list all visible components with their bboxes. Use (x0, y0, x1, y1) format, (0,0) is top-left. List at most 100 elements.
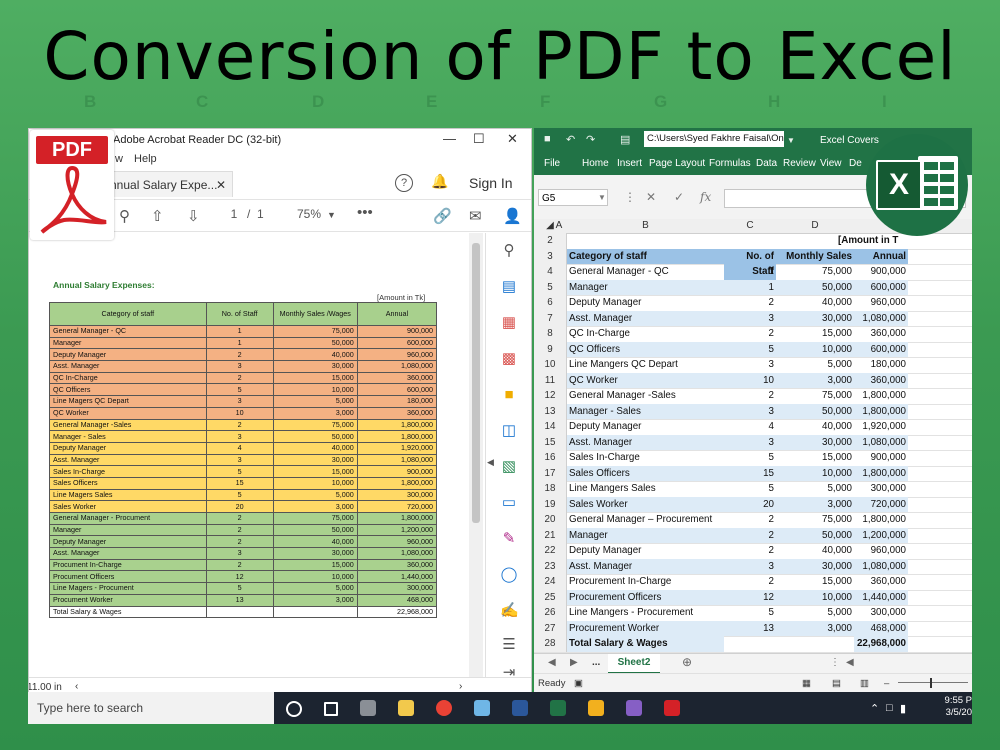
sheet-cell[interactable]: Asst. Manager (567, 310, 724, 326)
row-number[interactable]: 23 (534, 558, 567, 574)
zoom-search-icon[interactable]: ⚲ (119, 207, 130, 225)
new-sheet-icon[interactable]: ⊕ (682, 655, 692, 669)
sheet-cell[interactable]: 1,800,000 (854, 403, 908, 419)
tab-page-layout[interactable]: Page Layout (649, 158, 705, 169)
page-layout-view-icon[interactable]: ▤ (832, 678, 841, 689)
magnify-icon[interactable]: ⚲ (500, 243, 518, 259)
sheet-cell[interactable]: Line Mangers - Procurement (567, 605, 724, 621)
row-number[interactable]: 18 (534, 481, 567, 497)
edit-icon[interactable]: ▧ (500, 459, 518, 475)
app-icon[interactable] (474, 700, 490, 716)
excel-taskbar-icon[interactable] (550, 700, 566, 716)
sheet-cell[interactable]: QC Worker (567, 372, 724, 388)
sheet-cell[interactable]: 50,000 (776, 527, 854, 543)
organize-icon[interactable]: ▦ (500, 315, 518, 331)
row-number[interactable]: 3 (534, 248, 567, 264)
sheet-cell[interactable]: Procurement Worker (567, 620, 724, 636)
name-box-dropdown-icon[interactable]: ▼ (598, 193, 606, 202)
link-icon[interactable]: 🔗 (433, 207, 452, 225)
col-header-d[interactable]: D (776, 220, 854, 231)
sheet-cell[interactable]: 1,800,000 (854, 388, 908, 404)
sheet-cell[interactable]: 3 (724, 357, 776, 373)
menu-item-help[interactable]: Help (134, 153, 157, 165)
protect-icon[interactable]: ◯ (500, 567, 518, 583)
tab-split-icon[interactable]: ⋮ (830, 657, 840, 668)
sheet-cell[interactable]: 75,000 (776, 264, 854, 280)
sheet-cell[interactable]: 900,000 (854, 450, 908, 466)
header-cell-monthly[interactable]: Monthly Sales (776, 248, 854, 264)
sheet-cell[interactable]: 468,000 (854, 620, 908, 636)
taskbar-clock[interactable]: 9:55 P 3/5/20 (918, 695, 972, 719)
sheet-cell[interactable]: 50,000 (776, 403, 854, 419)
sheet-cell[interactable]: 1,080,000 (854, 558, 908, 574)
sheet-cell[interactable]: 40,000 (776, 543, 854, 559)
sheet-cell[interactable]: Sales Worker (567, 496, 724, 512)
zoom-out-icon[interactable]: – (884, 678, 889, 689)
amount-note-cell[interactable]: [Amount in T (834, 233, 914, 249)
sheet-cell[interactable]: 5 (724, 450, 776, 466)
sheet-cell[interactable]: 900,000 (854, 264, 908, 280)
sheet-cell[interactable]: 5 (724, 341, 776, 357)
row-number[interactable]: 13 (534, 403, 567, 419)
row-number[interactable]: 12 (534, 388, 567, 404)
sheet-cell[interactable]: 960,000 (854, 543, 908, 559)
pane-toggle-icon[interactable]: ◀ (487, 457, 494, 468)
row-number[interactable]: 7 (534, 310, 567, 326)
sheet-cell[interactable]: General Manager - QC (567, 264, 724, 280)
sheet-cell[interactable]: 12 (724, 589, 776, 605)
sheet-cell[interactable]: 600,000 (854, 279, 908, 295)
taskbar-search[interactable]: Type here to search (28, 692, 274, 724)
zoom-slider[interactable] (898, 682, 968, 683)
calendar-icon[interactable]: ☰ (500, 637, 518, 653)
sheet-cell[interactable]: 2 (724, 527, 776, 543)
sheet-cell[interactable]: 40,000 (776, 419, 854, 435)
row-number[interactable]: 2 (534, 233, 567, 249)
sheet-cell[interactable]: 15,000 (776, 326, 854, 342)
path-dropdown-icon[interactable]: ▼ (787, 136, 795, 145)
cortana-icon[interactable] (286, 701, 302, 717)
sheet-cell[interactable]: 1,440,000 (854, 589, 908, 605)
tab-review[interactable]: Review (783, 158, 816, 169)
sheet-cell[interactable]: 15 (724, 465, 776, 481)
sheet-cell[interactable]: 5 (724, 605, 776, 621)
row-number[interactable]: 9 (534, 341, 567, 357)
sheet-cell[interactable]: 1,800,000 (854, 512, 908, 528)
sheet-scroll-left-icon[interactable]: ◀ (548, 657, 556, 668)
sign-in-button[interactable]: Sign In (469, 175, 513, 191)
maximize-icon[interactable]: ☐ (473, 131, 485, 147)
sheet-cell[interactable]: 2 (724, 512, 776, 528)
scroll-right-icon[interactable]: › (459, 681, 462, 692)
zoom-dropdown-icon[interactable]: ▼ (327, 210, 336, 220)
quick-access-icon[interactable]: ▤ (620, 133, 630, 146)
sheet-cell[interactable]: 10,000 (776, 341, 854, 357)
sheet-cell[interactable]: Procurement In-Charge (567, 574, 724, 590)
cancel-entry-icon[interactable]: ✕ (646, 190, 656, 204)
sheet-cell[interactable]: 3,000 (776, 620, 854, 636)
row-number[interactable]: 19 (534, 496, 567, 512)
page-number-input[interactable]: 1 (227, 207, 241, 221)
sheet-cell[interactable]: Deputy Manager (567, 419, 724, 435)
zoom-slider-thumb[interactable] (930, 678, 932, 688)
sheet-cell[interactable]: 3,000 (776, 372, 854, 388)
help-icon[interactable]: ? (395, 174, 413, 192)
sheet-cell[interactable]: 75,000 (776, 512, 854, 528)
sheet-cell[interactable]: 300,000 (854, 605, 908, 621)
row-number[interactable]: 5 (534, 279, 567, 295)
network-icon[interactable]: □ (886, 702, 893, 714)
row-number[interactable]: 22 (534, 543, 567, 559)
row-number[interactable]: 20 (534, 512, 567, 528)
sheet-cell[interactable]: Deputy Manager (567, 295, 724, 311)
sheet-cell[interactable]: 30,000 (776, 434, 854, 450)
row-number[interactable]: 16 (534, 450, 567, 466)
sheet-cell[interactable]: 30,000 (776, 558, 854, 574)
sheet-cell[interactable]: 1,080,000 (854, 434, 908, 450)
fill-sign-icon[interactable]: ✎ (500, 531, 518, 547)
sheet-cell[interactable]: 2 (724, 295, 776, 311)
tab-developer[interactable]: De (849, 158, 862, 169)
page-up-icon[interactable]: ⇧ (151, 207, 164, 225)
mail-icon[interactable]: ✉ (469, 207, 482, 225)
page-break-view-icon[interactable]: ▥ (860, 678, 869, 689)
confirm-entry-icon[interactable]: ✓ (674, 190, 684, 204)
sheet-cell[interactable]: QC In-Charge (567, 326, 724, 342)
sheet-cell[interactable]: 5,000 (776, 357, 854, 373)
